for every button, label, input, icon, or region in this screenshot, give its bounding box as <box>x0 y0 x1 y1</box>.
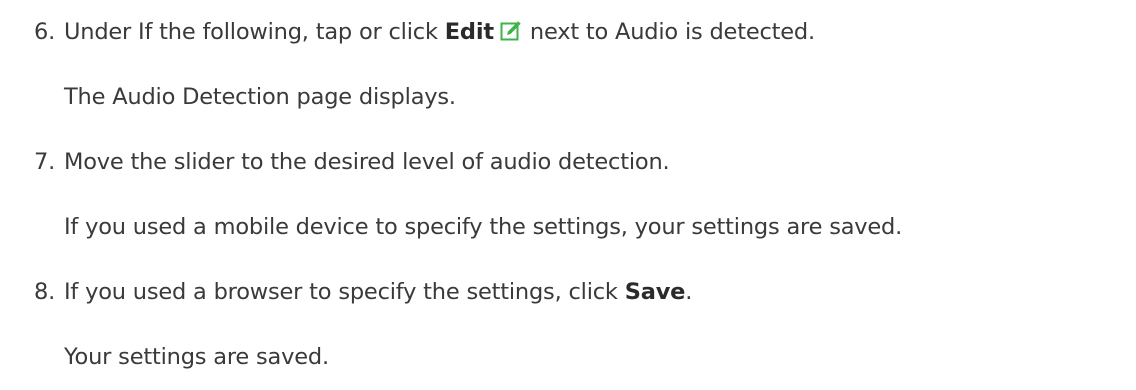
step-number: 6. <box>34 19 56 45</box>
step-result: Your settings are saved. <box>64 344 329 370</box>
step-text-before: If you used a browser to specify the set… <box>64 279 625 305</box>
step-text: If you used a browser to specify the set… <box>64 277 692 307</box>
step-text: Under If the following, tap or click Edi… <box>64 17 815 47</box>
instruction-steps: 6. Under If the following, tap or click … <box>0 0 1136 390</box>
step-result: If you used a mobile device to specify t… <box>64 214 903 240</box>
step-text-after: . <box>685 279 693 305</box>
step-number: 8. <box>34 279 56 305</box>
step-text-after: next to Audio is detected. <box>529 19 815 45</box>
step-number: 7. <box>34 149 56 175</box>
edit-label: Edit <box>444 19 494 45</box>
step-result: The Audio Detection page displays. <box>64 84 456 110</box>
step-text: Move the slider to the desired level of … <box>64 149 670 175</box>
edit-icon <box>500 20 522 42</box>
step-text-before: Under If the following, tap or click <box>64 19 445 45</box>
save-label: Save <box>624 279 686 305</box>
